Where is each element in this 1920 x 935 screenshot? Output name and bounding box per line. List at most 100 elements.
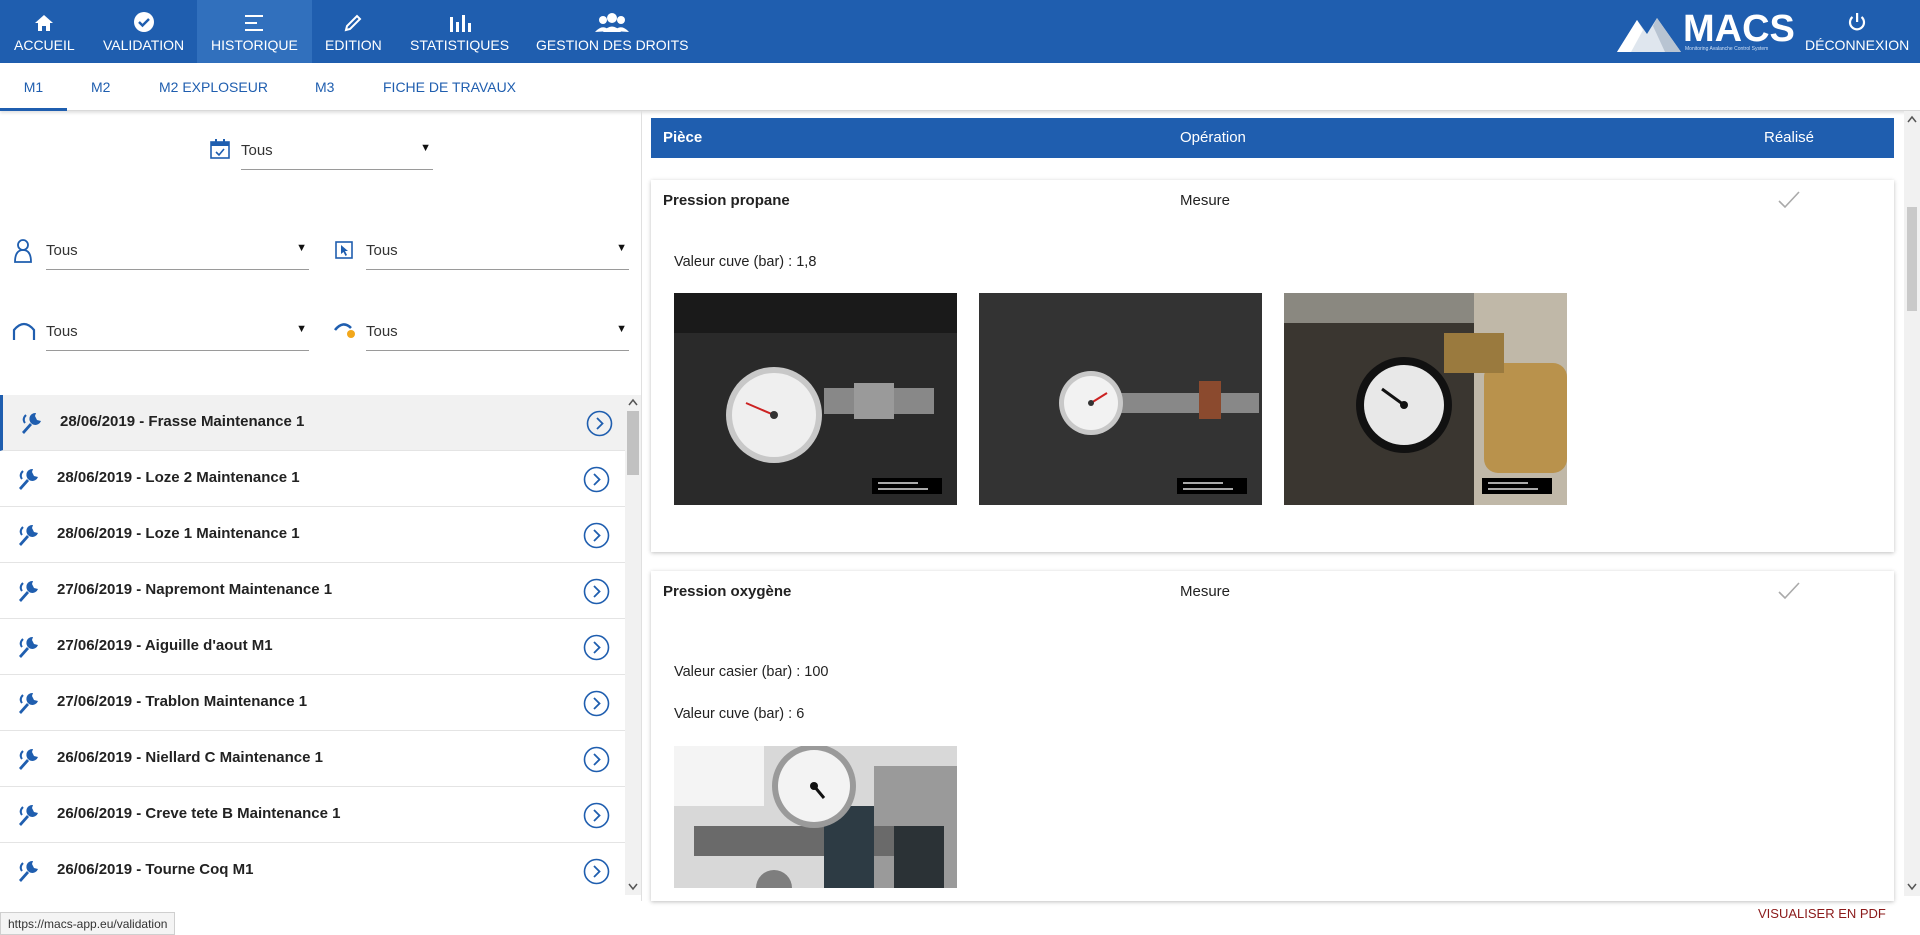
nav-label: EDITION — [325, 36, 382, 53]
list-item-label: 28/06/2019 - Frasse Maintenance 1 — [60, 413, 305, 430]
wrench-icon — [16, 466, 42, 492]
mountain-logo-icon — [1617, 18, 1681, 52]
list-item-label: 27/06/2019 - Aiguille d'aout M1 — [57, 637, 273, 654]
nav-accueil[interactable]: ACCUEIL — [0, 0, 89, 63]
scroll-down-icon[interactable] — [628, 883, 638, 891]
nav-label: ACCUEIL — [14, 36, 75, 53]
nav-statistiques[interactable]: STATISTIQUES — [396, 0, 523, 63]
tab-m3[interactable]: M3 — [315, 63, 334, 111]
card-piece: Pression propane — [663, 192, 790, 209]
chevron-right-circle-icon[interactable] — [586, 410, 613, 437]
list-item[interactable]: 26/06/2019 - Creve tete B Maintenance 1 — [0, 787, 625, 843]
list-scrollbar-thumb[interactable] — [627, 411, 639, 475]
chevron-right-circle-icon[interactable] — [583, 634, 610, 661]
nav-gestion-des-droits[interactable]: GESTION DES DROITS — [522, 0, 702, 63]
dropdown-arrow-icon: ▼ — [420, 142, 431, 154]
gauge-photo[interactable] — [674, 293, 957, 505]
nav-label: STATISTIQUES — [410, 36, 510, 53]
inspection-card: Pression oxygène Mesure Valeur casier (b… — [651, 571, 1894, 901]
table-header: Pièce Opération Réalisé — [651, 118, 1894, 158]
list-scrollbar[interactable] — [625, 395, 641, 895]
chevron-right-circle-icon[interactable] — [583, 690, 610, 717]
check-icon — [1778, 191, 1800, 209]
scroll-down-icon[interactable] — [1907, 883, 1917, 891]
chevron-right-circle-icon[interactable] — [583, 802, 610, 829]
content-scrollbar[interactable] — [1904, 111, 1920, 896]
list-item[interactable]: 28/06/2019 - Loze 1 Maintenance 1 — [0, 507, 625, 563]
list-item[interactable]: 28/06/2019 - Loze 2 Maintenance 1 — [0, 451, 625, 507]
nav-historique[interactable]: HISTORIQUE — [197, 0, 312, 63]
card-operation: Mesure — [1180, 583, 1231, 600]
logo-brand: MACS — [1683, 8, 1795, 50]
select-value: Tous — [46, 323, 78, 340]
nav-label: HISTORIQUE — [211, 36, 298, 53]
date-filter-select[interactable]: Tous ▼ — [241, 136, 433, 170]
users-icon — [593, 11, 631, 33]
intervention-icon — [333, 320, 355, 342]
list-item[interactable]: 27/06/2019 - Napremont Maintenance 1 — [0, 563, 625, 619]
operator-icon — [12, 238, 34, 263]
list-item-label: 26/06/2019 - Tourne Coq M1 — [57, 861, 254, 878]
header-operation: Opération — [1180, 129, 1246, 146]
header-piece: Pièce — [663, 129, 703, 146]
inspection-card: Pression propane Mesure Valeur cuve (bar… — [651, 180, 1894, 552]
card-operation: Mesure — [1180, 192, 1231, 209]
top-nav-bar: ACCUEIL VALIDATION HISTORIQUE EDITION ST… — [0, 0, 1920, 63]
nav-label: GESTION DES DROITS — [536, 36, 689, 53]
chevron-right-circle-icon[interactable] — [583, 858, 610, 885]
scroll-up-icon[interactable] — [1907, 115, 1917, 123]
tab-m2[interactable]: M2 — [91, 63, 110, 111]
home-icon — [33, 11, 55, 33]
chevron-right-circle-icon[interactable] — [583, 522, 610, 549]
chevron-right-circle-icon[interactable] — [583, 466, 610, 493]
measure-value: Valeur cuve (bar) : 1,8 — [674, 254, 817, 270]
bar-chart-icon — [447, 11, 473, 33]
device-icon — [333, 239, 355, 261]
gauge-photo[interactable] — [674, 746, 957, 888]
list-item-label: 26/06/2019 - Niellard C Maintenance 1 — [57, 749, 323, 766]
operator-filter-select[interactable]: Tous ▼ — [46, 236, 309, 270]
list-item-label: 27/06/2019 - Trablon Maintenance 1 — [57, 693, 308, 710]
nav-label: DÉCONNEXION — [1805, 36, 1910, 53]
site-icon — [12, 320, 36, 342]
measure-value: Valeur casier (bar) : 100 — [674, 664, 829, 680]
sub-tabs: M1 M2 M2 EXPLOSEUR M3 FICHE DE TRAVAUX — [0, 63, 1920, 111]
list-item[interactable]: 27/06/2019 - Trablon Maintenance 1 — [0, 675, 625, 731]
visualiser-pdf-link[interactable]: VISUALISER EN PDF — [1758, 906, 1886, 921]
site-filter-select[interactable]: Tous ▼ — [46, 317, 309, 351]
status-bar-url: https://macs-app.eu/validation — [0, 912, 176, 935]
wrench-icon — [16, 858, 42, 884]
scroll-up-icon[interactable] — [628, 398, 638, 406]
nav-edition[interactable]: EDITION — [311, 0, 396, 63]
list-item-label: 27/06/2019 - Napremont Maintenance 1 — [57, 581, 333, 598]
select-value: Tous — [366, 242, 398, 259]
wrench-icon — [16, 746, 42, 772]
list-item[interactable]: 27/06/2019 - Aiguille d'aout M1 — [0, 619, 625, 675]
list-item[interactable]: 26/06/2019 - Tourne Coq M1 — [0, 843, 625, 895]
chevron-right-circle-icon[interactable] — [583, 746, 610, 773]
nav-label: VALIDATION — [103, 36, 185, 53]
measure-value: Valeur cuve (bar) : 6 — [674, 706, 805, 722]
tab-m2-exploseur[interactable]: M2 EXPLOSEUR — [159, 63, 268, 111]
gauge-photo[interactable] — [1284, 293, 1567, 505]
device-filter-select[interactable]: Tous ▼ — [366, 236, 629, 270]
list-item[interactable]: 26/06/2019 - Niellard C Maintenance 1 — [0, 731, 625, 787]
intervention-filter-select[interactable]: Tous ▼ — [366, 317, 629, 351]
content-scrollbar-thumb[interactable] — [1907, 207, 1917, 311]
dropdown-arrow-icon: ▼ — [296, 323, 307, 335]
wrench-icon — [16, 522, 42, 548]
logo-tagline: Monitoring Avalanche Control System — [1685, 46, 1769, 52]
chevron-right-circle-icon[interactable] — [583, 578, 610, 605]
pencil-icon — [342, 11, 364, 33]
select-value: Tous — [241, 142, 273, 159]
nav-deconnexion[interactable]: DÉCONNEXION — [1791, 0, 1920, 63]
nav-validation[interactable]: VALIDATION — [89, 0, 198, 63]
tab-fiche-de-travaux[interactable]: FICHE DE TRAVAUX — [383, 63, 516, 111]
maintenance-list: 28/06/2019 - Frasse Maintenance 1 28/06/… — [0, 395, 625, 895]
tab-m1[interactable]: M1 — [0, 63, 67, 111]
panel-divider — [641, 111, 642, 901]
list-item[interactable]: 28/06/2019 - Frasse Maintenance 1 — [0, 395, 625, 451]
dropdown-arrow-icon: ▼ — [616, 323, 627, 335]
calendar-icon — [209, 138, 231, 160]
gauge-photo[interactable] — [979, 293, 1262, 505]
